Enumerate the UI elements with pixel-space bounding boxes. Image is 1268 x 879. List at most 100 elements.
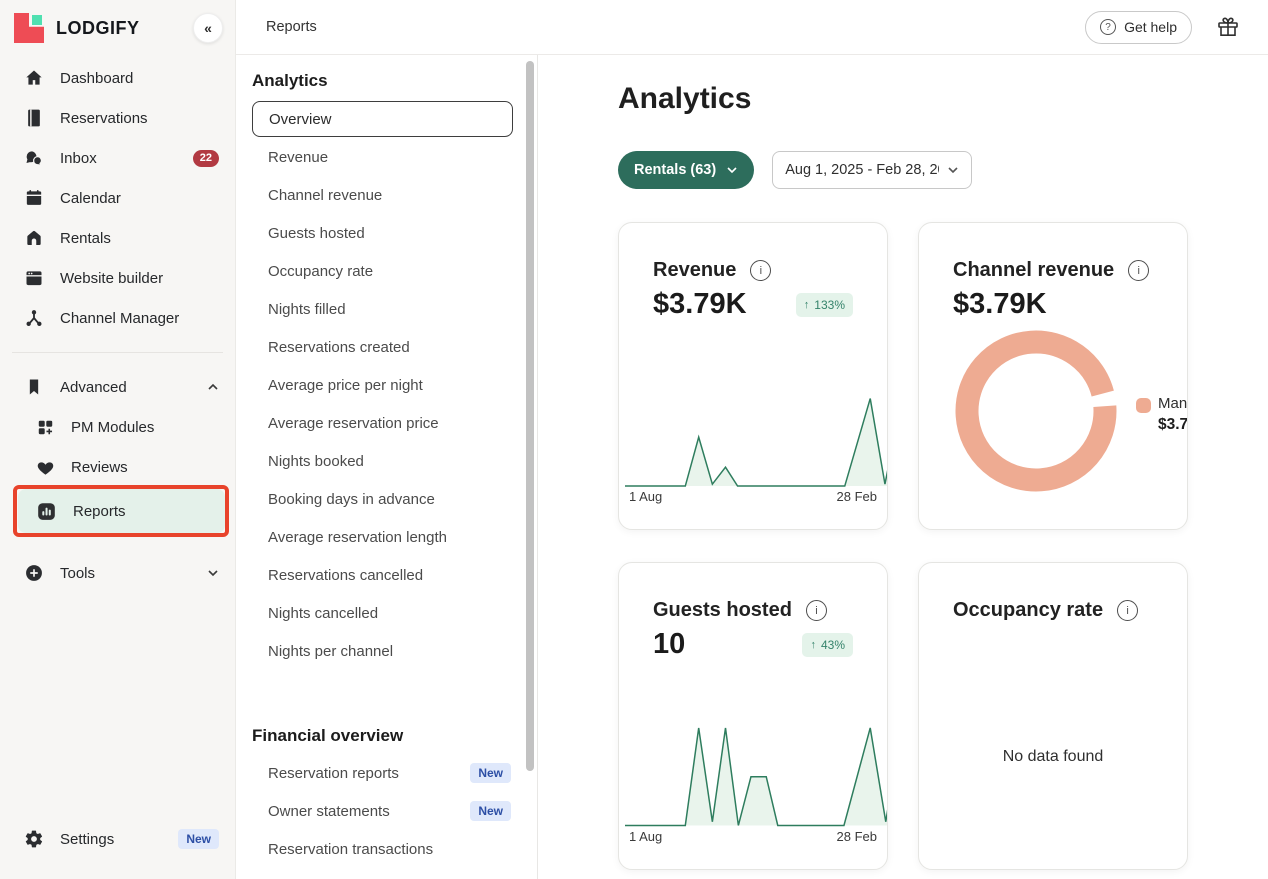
subnav-item-nights-per-channel[interactable]: Nights per channel [252, 632, 513, 670]
subnav-item-owner-statements[interactable]: Owner statements New [252, 792, 513, 830]
sidebar-item-label: PM Modules [71, 419, 219, 436]
scrollbar-thumb[interactable] [526, 61, 534, 771]
filters-row: Rentals (63) Aug 1, 2025 - Feb 28, 20 [618, 151, 1268, 189]
analytics-main: Analytics Rentals (63) Aug 1, 2025 - Feb… [538, 55, 1268, 879]
settings-new-badge: New [178, 829, 219, 849]
modules-icon [36, 418, 55, 437]
chevron-down-icon [947, 164, 959, 176]
sidebar-item-label: Reviews [71, 459, 219, 476]
sidebar-item-calendar[interactable]: Calendar [0, 178, 235, 218]
analytics-list: Overview Revenue Channel revenue Guests … [252, 101, 513, 670]
sidebar-item-label: Channel Manager [60, 310, 219, 327]
rentals-filter-label: Rentals (63) [634, 162, 716, 178]
sidebar-item-tools[interactable]: Tools [0, 553, 235, 593]
subnav-item-average-reservation-price[interactable]: Average reservation price [252, 404, 513, 442]
sidebar-item-pm-modules[interactable]: PM Modules [0, 407, 235, 447]
trend-badge: ↑ 43% [802, 633, 853, 657]
sidebar-item-rentals[interactable]: Rentals [0, 218, 235, 258]
date-range-dropdown[interactable]: Aug 1, 2025 - Feb 28, 20 [772, 151, 972, 189]
sidebar-item-label: Calendar [60, 190, 219, 207]
card-title: Guests hosted [653, 599, 792, 622]
gift-icon[interactable] [1216, 15, 1240, 39]
subnav-item-reservation-reports[interactable]: Reservation reports New [252, 754, 513, 792]
sidebar-item-label: Rentals [60, 230, 219, 247]
sidebar-item-label: Dashboard [60, 70, 219, 87]
subnav-item-nights-filled[interactable]: Nights filled [252, 290, 513, 328]
info-icon[interactable]: i [1117, 600, 1138, 621]
sidebar-item-settings[interactable]: Settings New [0, 819, 235, 859]
content-area: Reports ? Get help Analytics Overview Re… [236, 0, 1268, 879]
subnav-item-channel-revenue[interactable]: Channel revenue [252, 176, 513, 214]
subnav-scrollbar[interactable] [525, 59, 535, 875]
sidebar-item-label: Reports [73, 503, 213, 520]
guests-hosted-card[interactable]: Guests hosted i 10 ↑ 43% [618, 562, 888, 870]
sidebar-item-reservations[interactable]: Reservations [0, 98, 235, 138]
subnav-item-reservations-cancelled[interactable]: Reservations cancelled [252, 556, 513, 594]
subnav-item-revenue[interactable]: Revenue [252, 138, 513, 176]
channel-revenue-card[interactable]: Channel revenue i $3.79K Manu [918, 222, 1188, 530]
bookmark-icon [24, 377, 44, 397]
new-badge: New [470, 763, 511, 783]
sidebar-item-inbox[interactable]: Inbox 22 [0, 138, 235, 178]
get-help-button[interactable]: ? Get help [1085, 11, 1192, 44]
financial-list: Reservation reports New Owner statements… [252, 754, 513, 868]
donut-segment-manual [962, 337, 1109, 484]
rentals-filter-dropdown[interactable]: Rentals (63) [618, 151, 754, 189]
guests-hosted-value: 10 [653, 628, 685, 661]
analytics-section-heading: Analytics [252, 71, 513, 91]
legend-swatch [1136, 398, 1151, 413]
channel-revenue-donut-chart [953, 328, 1119, 494]
main-sidebar: LODGIFY « Dashboard Reservations Inbox 2… [0, 0, 236, 879]
card-title: Channel revenue [953, 259, 1114, 282]
sidebar-item-label: Inbox [60, 150, 177, 167]
primary-nav: Dashboard Reservations Inbox 22 Calendar… [0, 58, 235, 593]
subnav-item-booking-days-in-advance[interactable]: Booking days in advance [252, 480, 513, 518]
subnav-item-reservation-transactions[interactable]: Reservation transactions [252, 830, 513, 868]
page-title: Analytics [618, 81, 1268, 117]
subnav-item-nights-booked[interactable]: Nights booked [252, 442, 513, 480]
subnav-item-overview[interactable]: Overview [252, 101, 513, 137]
sidebar-item-label: Tools [60, 565, 191, 582]
subnav-item-nights-cancelled[interactable]: Nights cancelled [252, 594, 513, 632]
reports-subnav: Analytics Overview Revenue Channel reven… [236, 55, 538, 879]
topbar: Reports ? Get help [236, 0, 1268, 55]
channel-revenue-value: $3.79K [953, 288, 1047, 321]
question-circle-icon: ? [1100, 19, 1116, 35]
subnav-item-average-reservation-length[interactable]: Average reservation length [252, 518, 513, 556]
sidebar-item-dashboard[interactable]: Dashboard [0, 58, 235, 98]
occupancy-rate-card[interactable]: Occupancy rate i No data found [918, 562, 1188, 870]
chevron-down-icon [726, 164, 738, 176]
subnav-item-average-price-per-night[interactable]: Average price per night [252, 366, 513, 404]
legend-value: $3.79 [1158, 414, 1188, 436]
subnav-item-guests-hosted[interactable]: Guests hosted [252, 214, 513, 252]
sidebar-collapse-button[interactable]: « [193, 13, 223, 43]
x-label-start: 1 Aug [629, 489, 662, 504]
arrow-up-icon: ↑ [810, 639, 816, 651]
revenue-card[interactable]: Revenue i $3.79K ↑ 133% [618, 222, 888, 530]
legend-label: Manu [1158, 393, 1188, 414]
sidebar-item-channel-manager[interactable]: Channel Manager [0, 298, 235, 338]
subnav-item-reservations-created[interactable]: Reservations created [252, 328, 513, 366]
metric-cards-grid: Revenue i $3.79K ↑ 133% [618, 222, 1268, 870]
info-icon[interactable]: i [750, 260, 771, 281]
sidebar-item-reviews[interactable]: Reviews [0, 447, 235, 487]
sidebar-item-website-builder[interactable]: Website builder [0, 258, 235, 298]
info-icon[interactable]: i [806, 600, 827, 621]
financial-overview-heading: Financial overview [252, 726, 513, 746]
chat-icon [24, 148, 44, 168]
arrow-up-icon: ↑ [804, 299, 810, 311]
reports-annotation-wrap: Reports [18, 489, 225, 533]
x-axis-labels: 1 Aug 28 Feb [629, 489, 877, 504]
sidebar-item-reports[interactable]: Reports [18, 489, 225, 533]
info-icon[interactable]: i [1128, 260, 1149, 281]
brand-name: LODGIFY [56, 18, 193, 39]
date-range-value: Aug 1, 2025 - Feb 28, 20 [785, 162, 939, 178]
sidebar-item-advanced[interactable]: Advanced [0, 367, 235, 407]
x-axis-labels: 1 Aug 28 Feb [629, 829, 877, 844]
topbar-actions: ? Get help [1085, 11, 1240, 44]
subnav-item-occupancy-rate[interactable]: Occupancy rate [252, 252, 513, 290]
guests-hosted-line-chart [625, 701, 888, 828]
plus-circle-icon [24, 563, 44, 583]
calendar-icon [24, 188, 44, 208]
sidebar-item-label: Website builder [60, 270, 219, 287]
